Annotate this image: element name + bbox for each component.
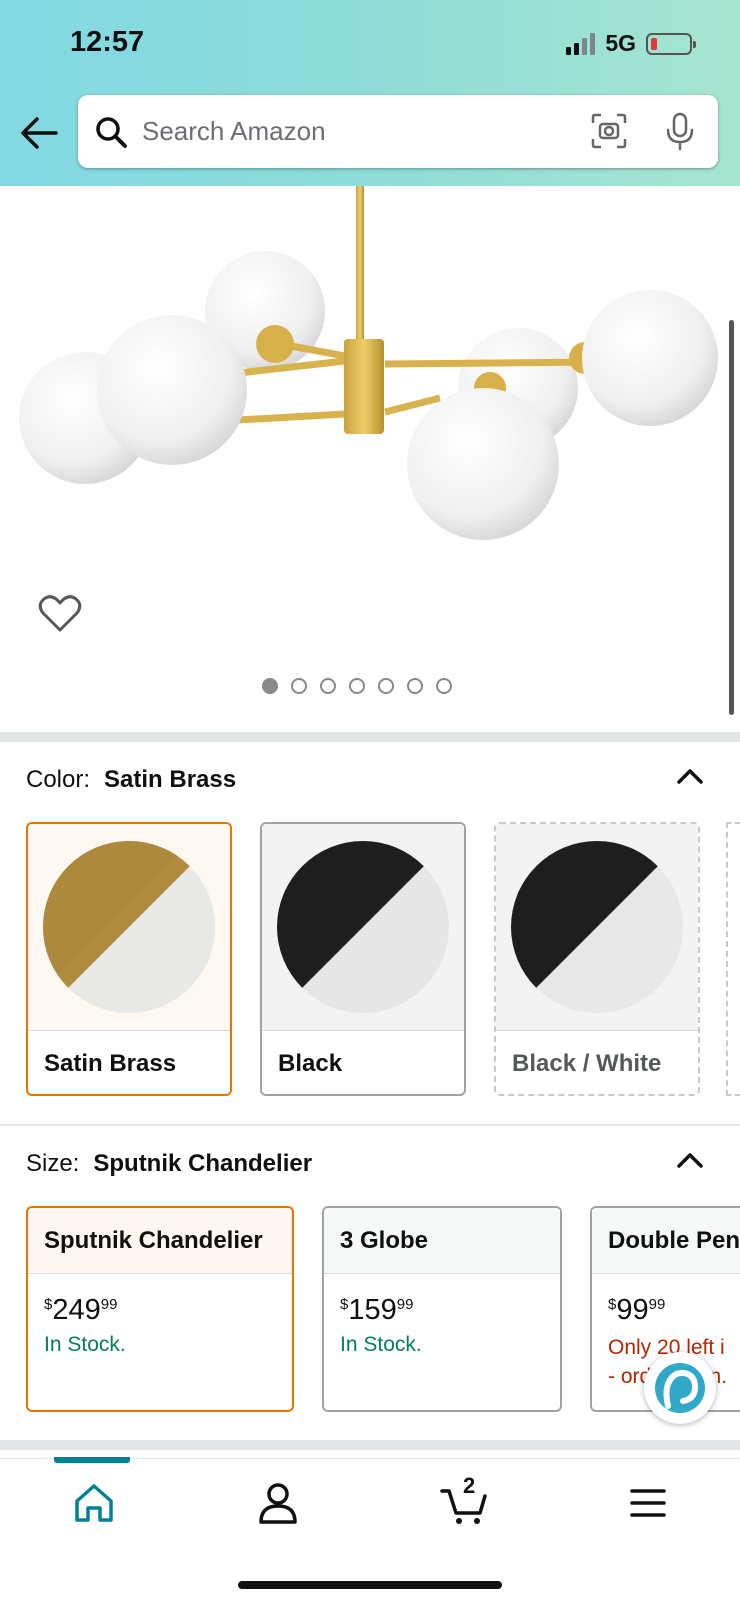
image-pagination-dots: [262, 678, 452, 694]
gallery-scrollbar[interactable]: [729, 320, 734, 715]
color-swatch-satin-brass[interactable]: Satin Brass: [26, 822, 232, 1096]
section-divider: [0, 1124, 740, 1126]
search-input[interactable]: [142, 116, 562, 147]
battery-icon: [646, 32, 696, 55]
section-divider: [0, 732, 740, 742]
menu-hamburger-icon[interactable]: [626, 1481, 670, 1525]
header: 12:57 5G: [0, 0, 740, 186]
home-icon[interactable]: [72, 1481, 116, 1525]
swatch-label: Black: [262, 1030, 464, 1094]
account-icon[interactable]: [256, 1481, 300, 1525]
price: $9999: [608, 1294, 666, 1326]
swatch-label: Satin Brass: [28, 1030, 230, 1094]
active-tab-indicator: [54, 1457, 130, 1463]
pagination-dot[interactable]: [436, 678, 452, 694]
color-swatch-black[interactable]: Black: [260, 822, 466, 1096]
cart-count-badge: 2: [463, 1473, 476, 1498]
price: $15999: [340, 1294, 414, 1326]
pagination-dot[interactable]: [262, 678, 278, 694]
back-arrow-icon[interactable]: [18, 112, 60, 154]
alexa-icon: [655, 1363, 705, 1413]
price: $24999: [44, 1294, 118, 1326]
pagination-dot[interactable]: [349, 678, 365, 694]
status-indicators: 5G: [566, 30, 696, 57]
color-swatch-black-white[interactable]: Black / White: [494, 822, 700, 1096]
network-type: 5G: [605, 30, 636, 56]
size-option-sputnik-chandelier[interactable]: Sputnik Chandelier $24999 In Stock.: [26, 1206, 294, 1412]
black-swatch-image: [277, 841, 449, 1013]
camera-search-icon[interactable]: [590, 112, 628, 150]
cart-button[interactable]: 2: [440, 1473, 490, 1525]
alexa-button[interactable]: [644, 1352, 716, 1424]
cellular-signal-icon: [566, 32, 596, 55]
pagination-dot[interactable]: [320, 678, 336, 694]
search-icon: [96, 116, 127, 148]
color-section-label: Color: Satin Brass: [26, 766, 236, 794]
pagination-dot[interactable]: [407, 678, 423, 694]
size-selected-value: Sputnik Chandelier: [93, 1150, 313, 1177]
color-label: Color:: [26, 766, 91, 793]
stock-status: In Stock.: [340, 1333, 422, 1356]
product-image-gallery[interactable]: [0, 186, 740, 732]
chevron-up-icon[interactable]: [676, 766, 704, 786]
color-swatch-partial[interactable]: [726, 822, 740, 1096]
status-time: 12:57: [70, 26, 145, 58]
pagination-dot[interactable]: [291, 678, 307, 694]
size-option-title: Sputnik Chandelier: [28, 1208, 292, 1274]
size-label: Size:: [26, 1150, 80, 1177]
black-white-swatch-image: [511, 841, 683, 1013]
pagination-dot[interactable]: [378, 678, 394, 694]
size-option-title: Double Pen: [592, 1208, 740, 1274]
product-image: [19, 186, 718, 540]
bottom-navigation: 2: [0, 1457, 740, 1600]
chevron-up-icon[interactable]: [676, 1150, 704, 1170]
home-indicator-bar[interactable]: [238, 1581, 502, 1589]
wishlist-heart-icon[interactable]: [38, 594, 82, 634]
satin-brass-swatch-image: [43, 841, 215, 1013]
size-section-label: Size: Sputnik Chandelier: [26, 1150, 312, 1178]
size-option-title: 3 Globe: [324, 1208, 560, 1274]
stock-status: In Stock.: [44, 1333, 126, 1356]
color-selected-value: Satin Brass: [104, 766, 237, 793]
swatch-label: Black / White: [496, 1030, 698, 1094]
size-option-3-globe[interactable]: 3 Globe $15999 In Stock.: [322, 1206, 562, 1412]
search-bar[interactable]: [78, 95, 718, 168]
section-divider: [0, 1440, 740, 1450]
microphone-icon[interactable]: [662, 111, 698, 151]
